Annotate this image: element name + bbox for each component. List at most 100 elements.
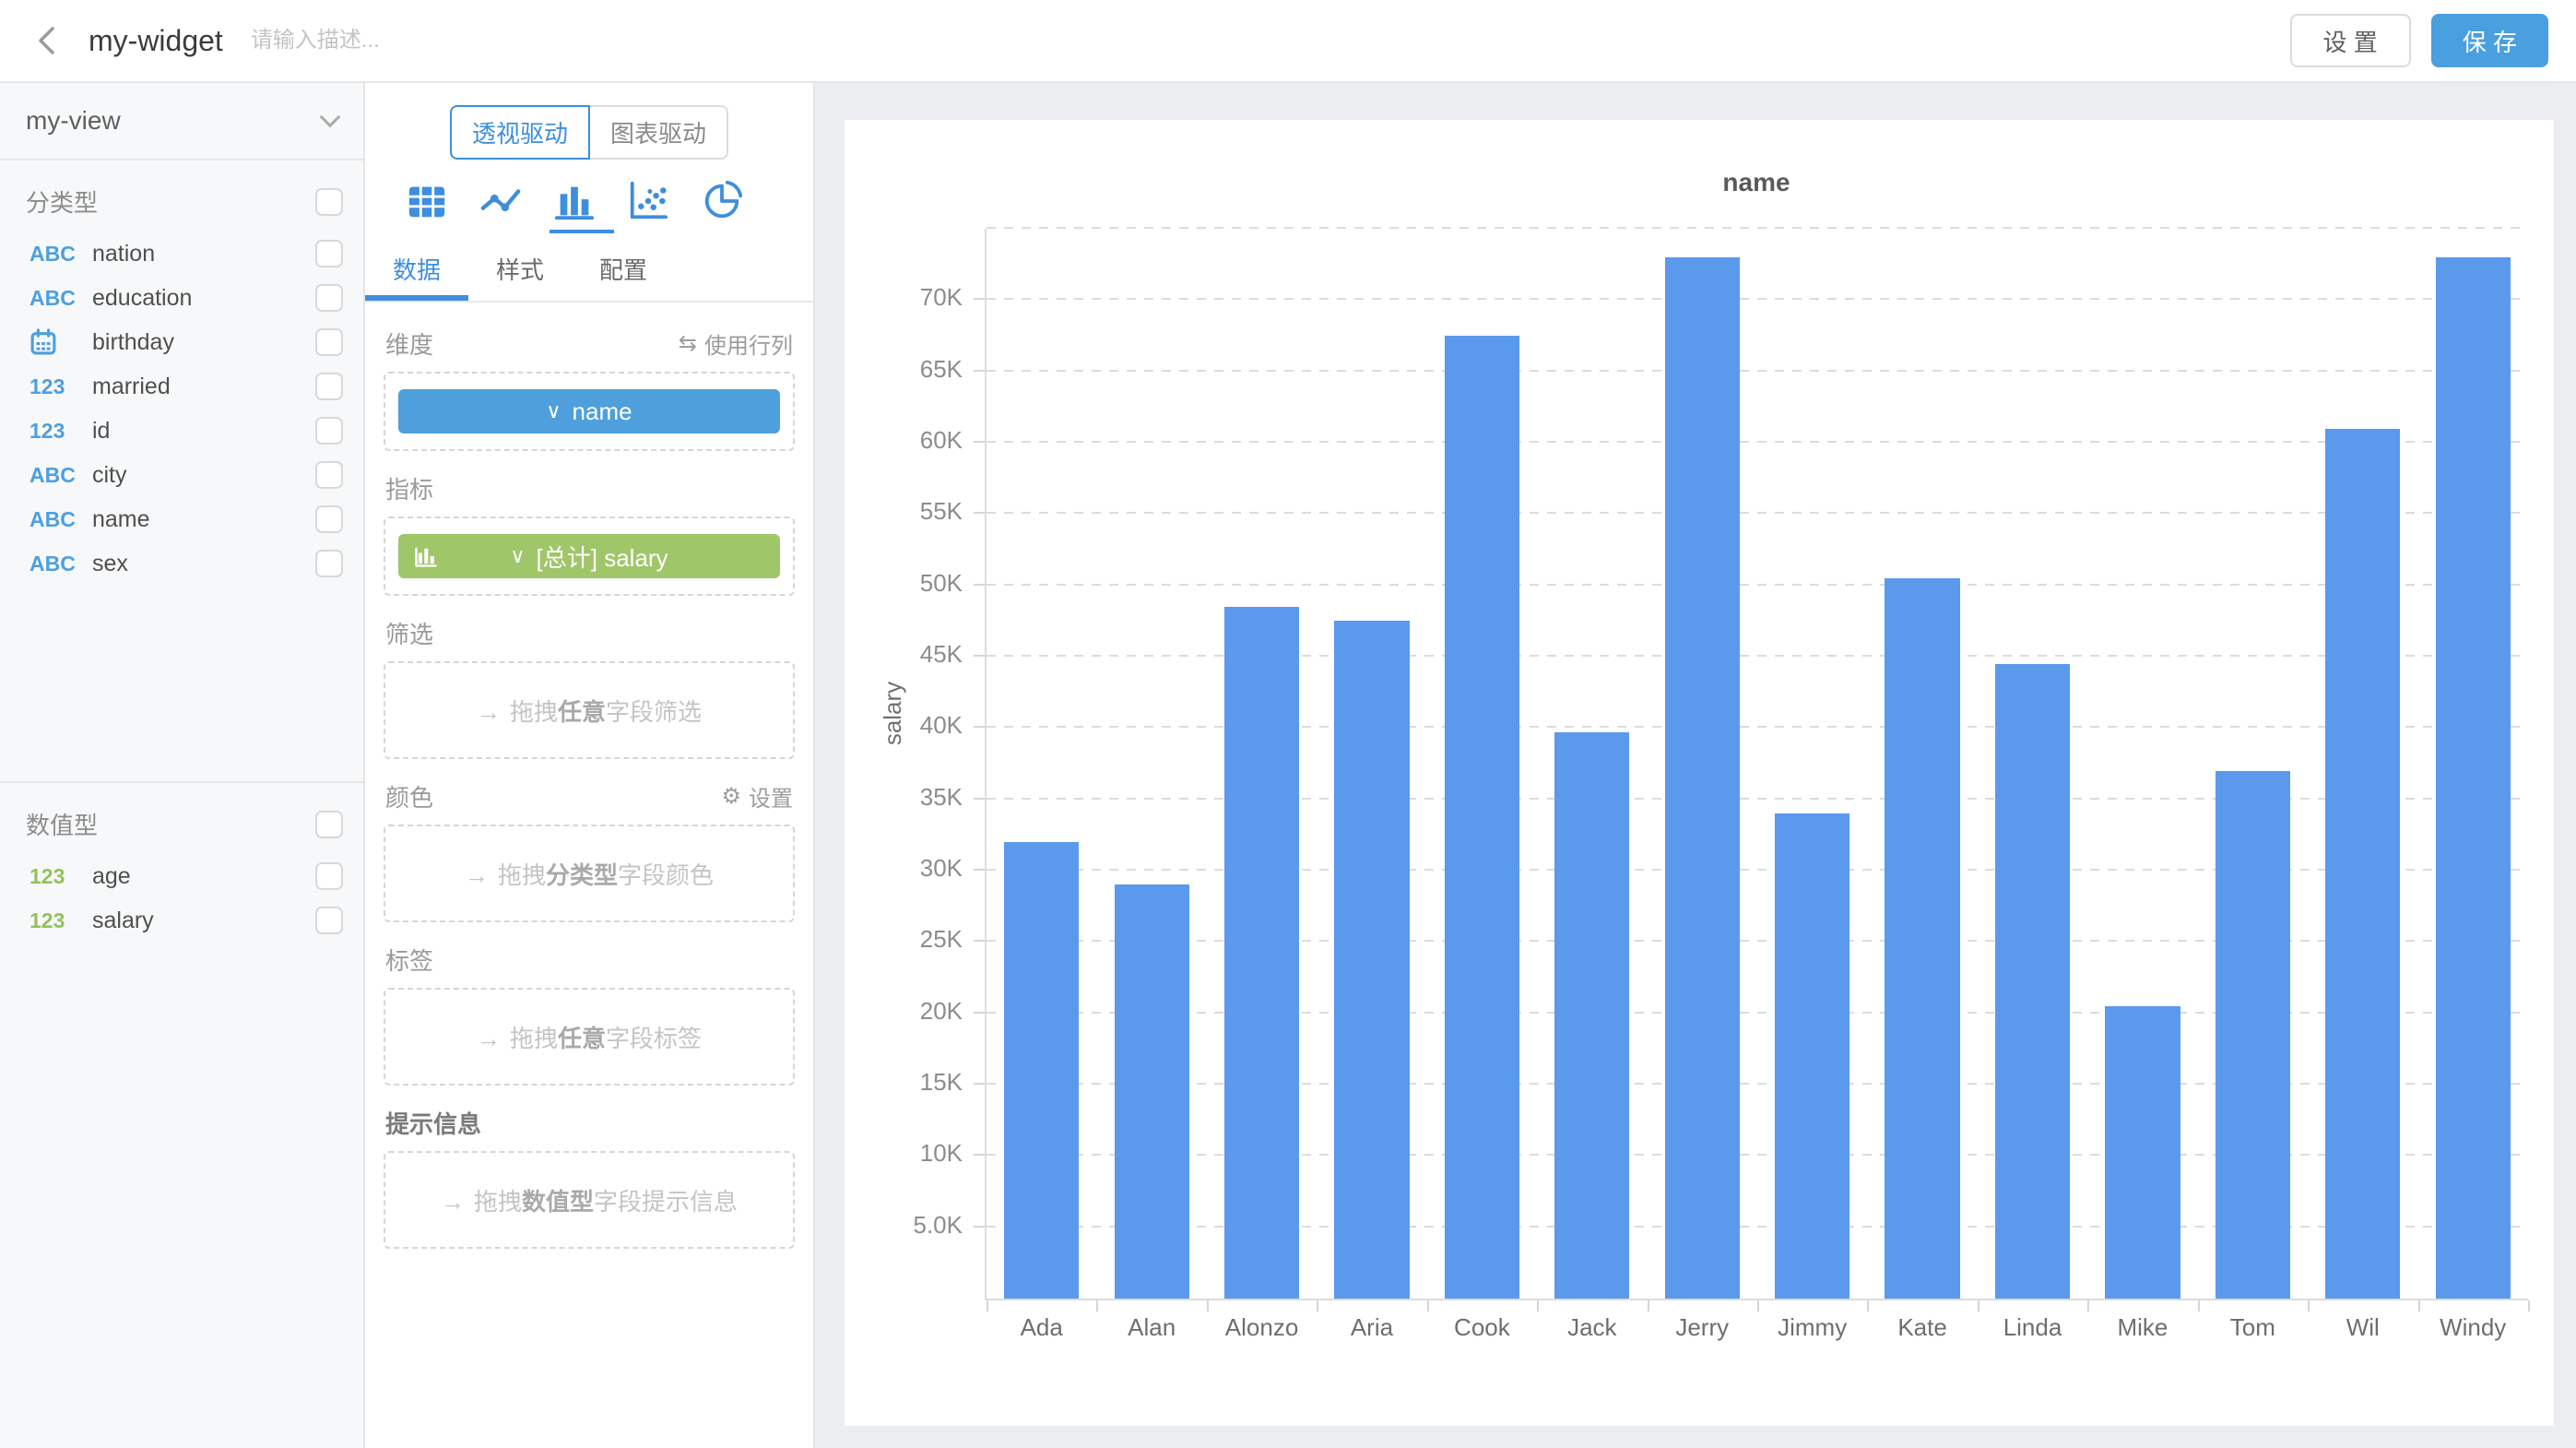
bar-Cook[interactable] <box>1445 336 1519 1299</box>
field-row-age[interactable]: 123 age <box>0 854 363 898</box>
color-dropzone[interactable]: →拖拽分类型字段颜色 <box>384 825 795 922</box>
field-label: name <box>92 506 315 533</box>
x-axis-tick <box>2418 1300 2420 1312</box>
save-button[interactable]: 保 存 <box>2431 14 2548 67</box>
x-axis-label: Mike <box>2087 1313 2197 1342</box>
bar-Mike[interactable] <box>2105 1006 2180 1299</box>
bar-Wil[interactable] <box>2325 429 2400 1299</box>
field-row-name[interactable]: ABC name <box>0 497 363 541</box>
field-row-id[interactable]: 123 id <box>0 409 363 453</box>
tab-config[interactable]: 配置 <box>572 239 675 301</box>
metric-chip[interactable]: ∨ [总计] salary <box>398 534 780 578</box>
dimension-dropzone[interactable]: ∨ name <box>384 372 795 451</box>
mode-tab-pivot[interactable]: 透视驱动 <box>450 105 590 160</box>
y-axis-tick-label: 10K <box>824 1139 963 1168</box>
field-checkbox[interactable] <box>315 417 343 445</box>
bar-slot <box>2087 229 2197 1299</box>
bar-Alan[interactable] <box>1115 884 1189 1299</box>
label-dropzone[interactable]: →拖拽任意字段标签 <box>384 988 795 1086</box>
field-row-birthday[interactable]: birthday <box>0 320 363 364</box>
field-checkbox[interactable] <box>315 461 343 489</box>
bar-Windy[interactable] <box>2436 257 2511 1299</box>
metric-dropzone[interactable]: ∨ [总计] salary <box>384 516 795 596</box>
abc-icon: ABC <box>30 507 76 532</box>
group-checkbox[interactable] <box>315 188 343 216</box>
x-axis-label: Alonzo <box>1207 1313 1317 1342</box>
field-checkbox[interactable] <box>315 373 343 400</box>
field-checkbox[interactable] <box>315 240 343 267</box>
x-axis-tick <box>1648 1300 1649 1312</box>
color-settings-link[interactable]: ⚙ 设置 <box>721 780 793 813</box>
tooltip-dropzone[interactable]: →拖拽数值型字段提示信息 <box>384 1151 795 1249</box>
bar-slot <box>2417 229 2527 1299</box>
metric-chip-label: [总计] salary <box>537 540 668 574</box>
bar-Linda[interactable] <box>1995 664 2070 1299</box>
y-axis-tick-label: 20K <box>824 997 963 1026</box>
use-rows-cols-link[interactable]: ⇆ 使用行列 <box>679 327 793 360</box>
back-button[interactable] <box>28 20 68 61</box>
field-checkbox[interactable] <box>315 328 343 356</box>
field-row-city[interactable]: ABC city <box>0 453 363 497</box>
bar-Ada[interactable] <box>1004 842 1079 1299</box>
bar-chart-icon <box>413 543 439 569</box>
x-axis-label: Ada <box>987 1313 1096 1342</box>
filter-dropzone[interactable]: →拖拽任意字段筛选 <box>384 661 795 759</box>
bar-Jack[interactable] <box>1554 732 1629 1299</box>
group-checkbox[interactable] <box>315 811 343 838</box>
x-axis-label: Wil <box>2308 1313 2417 1342</box>
bar-chart-icon[interactable] <box>553 180 596 222</box>
bar-slot <box>1757 229 1867 1299</box>
chart-stage: name salary 5.0K10K15K20K25K30K35K40K45K… <box>815 83 2576 1448</box>
metric-title: 指标 <box>385 471 433 505</box>
field-row-sex[interactable]: ABC sex <box>0 541 363 586</box>
bar-Alonzo[interactable] <box>1224 607 1299 1299</box>
arrow-right-icon: → <box>477 698 501 726</box>
field-label: salary <box>92 908 315 934</box>
settings-button[interactable]: 设 置 <box>2290 14 2411 67</box>
x-axis-tick <box>2087 1300 2089 1312</box>
scatter-icon[interactable] <box>627 180 669 222</box>
line-chart-icon[interactable] <box>479 180 522 222</box>
field-checkbox[interactable] <box>315 550 343 577</box>
table-icon[interactable] <box>406 180 448 222</box>
bar-slot <box>2308 229 2417 1299</box>
bar-slot <box>1867 229 1977 1299</box>
view-selector[interactable]: my-view <box>0 83 363 160</box>
y-axis-tick-label: 40K <box>824 711 963 740</box>
description-input[interactable] <box>251 28 638 53</box>
dimension-chip[interactable]: ∨ name <box>398 389 780 433</box>
y-axis-tick <box>974 1012 985 1014</box>
field-checkbox[interactable] <box>315 284 343 312</box>
x-axis-label: Alan <box>1096 1313 1206 1342</box>
field-checkbox[interactable] <box>315 862 343 890</box>
field-label: city <box>92 462 315 489</box>
swap-icon: ⇆ <box>679 330 697 357</box>
field-label: married <box>92 374 315 400</box>
bar-slot <box>1317 229 1426 1299</box>
x-axis-tick <box>2528 1300 2530 1312</box>
chevron-down-icon: ∨ <box>510 544 525 568</box>
bar-Kate[interactable] <box>1885 578 1959 1299</box>
field-label: nation <box>92 241 315 267</box>
bar-Jimmy[interactable] <box>1775 813 1849 1299</box>
x-axis-tick <box>1427 1300 1429 1312</box>
field-label: birthday <box>92 329 315 356</box>
field-row-nation[interactable]: ABC nation <box>0 231 363 276</box>
field-row-married[interactable]: 123 married <box>0 364 363 409</box>
bar-Jerry[interactable] <box>1665 257 1740 1299</box>
y-axis-tick-label: 15K <box>824 1068 963 1097</box>
tab-style[interactable]: 样式 <box>468 239 572 301</box>
field-row-salary[interactable]: 123 salary <box>0 898 363 943</box>
bar-slot <box>1207 229 1317 1299</box>
bar-Tom[interactable] <box>2216 771 2290 1299</box>
view-name: my-view <box>26 106 121 136</box>
bar-Aria[interactable] <box>1334 621 1409 1299</box>
x-axis-label: Linda <box>1978 1313 2087 1342</box>
field-checkbox[interactable] <box>315 505 343 533</box>
field-checkbox[interactable] <box>315 907 343 934</box>
mode-tab-chart[interactable]: 图表驱动 <box>588 105 728 160</box>
arrow-right-icon: → <box>477 1025 501 1052</box>
field-row-education[interactable]: ABC education <box>0 276 363 320</box>
pie-icon[interactable] <box>701 180 743 222</box>
tab-data[interactable]: 数据 <box>365 239 468 301</box>
